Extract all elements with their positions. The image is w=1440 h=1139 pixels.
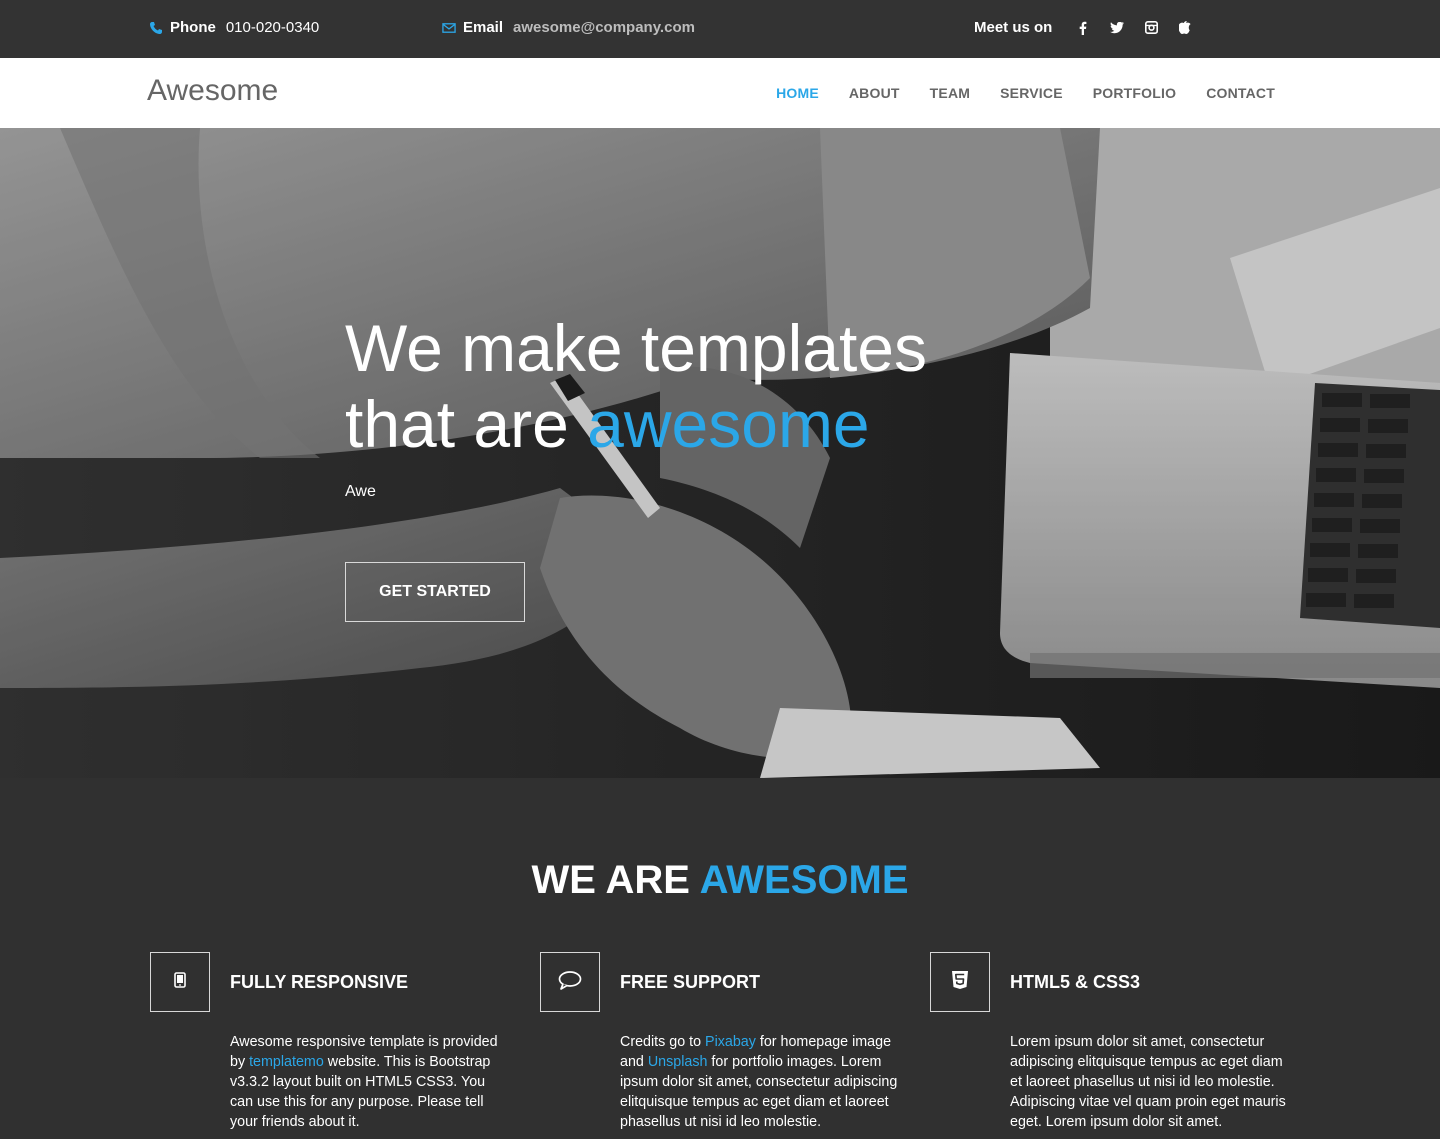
brand-logo[interactable]: Awesome: [147, 74, 278, 108]
feature-icon-box: [540, 952, 600, 1012]
instagram-icon[interactable]: [1144, 21, 1158, 35]
unsplash-link[interactable]: Unsplash: [648, 1054, 708, 1070]
hero-title-line1: We make templates: [345, 311, 928, 385]
phone-info: Phone 010-020-0340: [149, 19, 319, 36]
email-value[interactable]: awesome@company.com: [513, 19, 695, 36]
facebook-icon[interactable]: [1076, 21, 1090, 35]
html5-icon: [951, 970, 969, 995]
features-heading-accent: AWESOME: [699, 858, 909, 902]
features-heading-prefix: WE ARE: [531, 858, 700, 902]
apple-icon[interactable]: [1178, 20, 1192, 35]
mobile-icon: [174, 971, 186, 993]
nav-item-team[interactable]: TEAM: [930, 85, 970, 101]
feature-icon-box: [930, 952, 990, 1012]
main-navbar: Awesome HOME ABOUT TEAM SERVICE PORTFOLI…: [0, 58, 1440, 128]
phone-value[interactable]: 010-020-0340: [226, 19, 319, 36]
feature-title: HTML5 & CSS3: [1010, 972, 1141, 992]
feature-text: Credits go to: [620, 1034, 706, 1050]
hero-subtitle: Awe: [345, 483, 376, 500]
comment-icon: [558, 970, 582, 995]
twitter-icon[interactable]: [1110, 21, 1125, 35]
templatemo-link[interactable]: templatemo: [249, 1054, 324, 1070]
feature-description: Lorem ipsum dolor sit amet, consectetur …: [1010, 1032, 1290, 1132]
top-contact-bar: Phone 010-020-0340 Email awesome@company…: [0, 0, 1440, 58]
email-info: Email awesome@company.com: [442, 19, 695, 36]
nav-menu: HOME ABOUT TEAM SERVICE PORTFOLIO CONTAC…: [746, 58, 1275, 128]
feature-text: Lorem ipsum dolor sit amet, consectetur …: [1010, 1034, 1286, 1130]
phone-label: Phone: [170, 19, 216, 36]
phone-icon: [149, 21, 163, 35]
social-links: Meet us on: [974, 19, 1200, 36]
features-heading: WE ARE AWESOME: [0, 858, 1440, 903]
feature-title: FULLY RESPONSIVE: [230, 972, 409, 992]
nav-item-about[interactable]: ABOUT: [849, 85, 900, 101]
feature-description: Awesome responsive template is provided …: [230, 1032, 510, 1132]
envelope-icon: [442, 21, 456, 35]
features-section: WE ARE AWESOME FULLY RESPONSIVE Awesome …: [0, 778, 1440, 1139]
hero-section: We make templates that are awesome Awe G…: [0, 128, 1440, 778]
nav-item-contact[interactable]: CONTACT: [1206, 85, 1275, 101]
get-started-button[interactable]: GET STARTED: [345, 562, 525, 622]
hero-title-line2: that are: [345, 387, 588, 461]
nav-item-service[interactable]: SERVICE: [1000, 85, 1063, 101]
email-label: Email: [463, 19, 504, 36]
feature-title: FREE SUPPORT: [620, 972, 761, 992]
feature-icon-box: [150, 952, 210, 1012]
nav-item-portfolio[interactable]: PORTFOLIO: [1093, 85, 1176, 101]
pixabay-link[interactable]: Pixabay: [705, 1034, 756, 1050]
hero-title: We make templates that are awesome: [345, 310, 927, 462]
hero-title-accent: awesome: [587, 387, 870, 461]
social-label: Meet us on: [974, 19, 1053, 36]
nav-item-home[interactable]: HOME: [776, 85, 819, 101]
feature-description: Credits go to Pixabay for homepage image…: [620, 1032, 900, 1132]
